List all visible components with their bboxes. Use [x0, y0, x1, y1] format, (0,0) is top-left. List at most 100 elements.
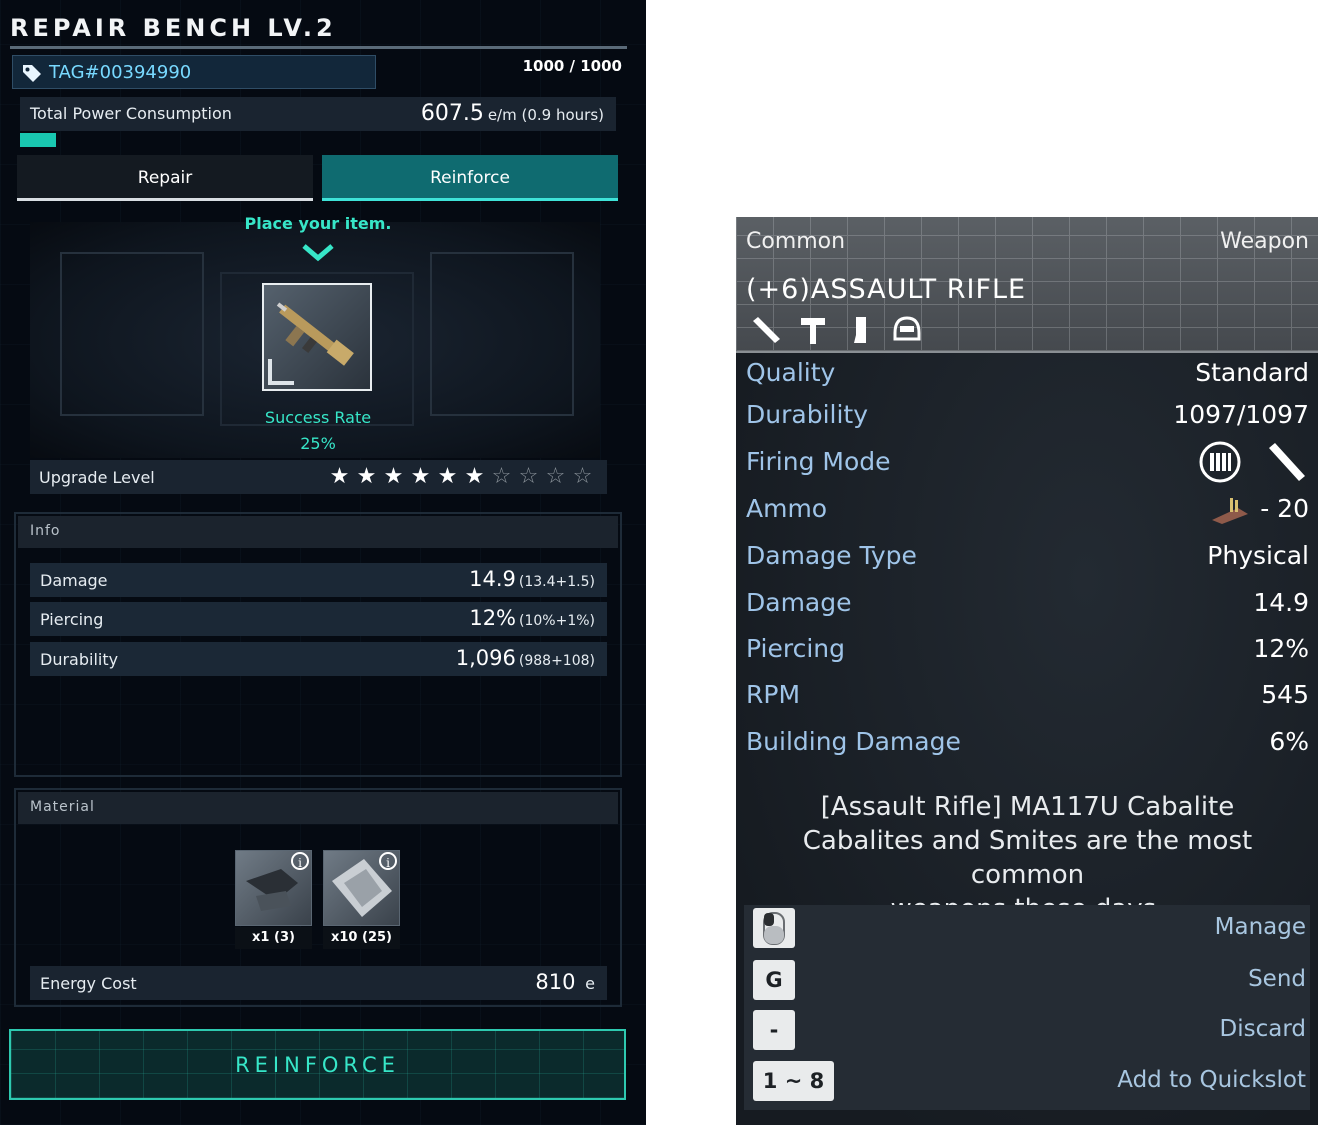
reinforce-button[interactable]: REINFORCE: [9, 1029, 626, 1100]
star-filled-icon: ★: [464, 464, 485, 489]
power-label: Total Power Consumption: [30, 104, 232, 123]
stat-row-piercing: Piercing 12% (10%+1%): [30, 602, 607, 636]
key-action: Send: [1248, 966, 1306, 992]
knife-icon: [753, 317, 780, 343]
row-label: Damage Type: [746, 541, 917, 570]
key-hint-send[interactable]: G Send: [744, 960, 1310, 1004]
tooltip-row-damage-type: Damage Type Physical: [746, 538, 1309, 578]
key-cap: -: [753, 1010, 795, 1050]
auto-fire-icon: [1199, 441, 1241, 483]
star-filled-icon: ★: [437, 464, 458, 489]
star-filled-icon: ★: [356, 464, 377, 489]
stock-icon: [854, 317, 867, 343]
row-value: 14.9: [1253, 588, 1309, 617]
bench-panel-left: [60, 252, 204, 416]
tab-reinforce[interactable]: Reinforce: [322, 155, 618, 201]
power-value: 607.5: [420, 101, 484, 126]
key-hint-quickslot[interactable]: 1 ~ 8 Add to Quickslot: [744, 1061, 1310, 1105]
stat-value-group: 12% (10%+1%): [469, 606, 595, 630]
star-empty-icon: ☆: [491, 464, 512, 489]
ammo-value-group: - 20: [1208, 494, 1309, 526]
row-label: Ammo: [746, 494, 828, 523]
tag-icon: [23, 65, 41, 82]
tag-field[interactable]: TAG#00394990: [12, 55, 376, 89]
row-value: 545: [1261, 680, 1309, 709]
material-slot-2[interactable]: i x10 (25): [323, 850, 400, 950]
stat-detail: (13.4+1.5): [518, 574, 595, 590]
tab-repair[interactable]: Repair: [17, 155, 313, 201]
tooltip-header: Common Weapon (+6)ASSAULT RIFLE: [736, 217, 1318, 353]
row-value: Standard: [1195, 358, 1309, 387]
stat-detail: (988+108): [518, 653, 595, 669]
mouse-key: [753, 908, 795, 948]
single-shot-icon: [1269, 443, 1305, 481]
stat-value: 14.9: [469, 567, 516, 591]
item-rarity: Common: [746, 229, 846, 254]
helmet-icon: [893, 316, 921, 341]
reinforce-button-label: REINFORCE: [235, 1053, 400, 1077]
row-value: 1097/1097: [1173, 400, 1309, 429]
ammo-count: - 20: [1260, 494, 1309, 523]
stat-value: 12%: [469, 606, 517, 630]
key-action: Manage: [1214, 914, 1306, 940]
row-label: Piercing: [746, 634, 845, 663]
energy-cost-row: Energy Cost 810 e: [30, 966, 607, 1000]
stat-value-group: 14.9 (13.4+1.5): [469, 567, 595, 591]
chevron-down-icon: [302, 244, 334, 262]
stat-value-group: 1,096 (988+108): [456, 646, 595, 670]
key-cap: G: [753, 960, 795, 1000]
stat-detail: (10%+1%): [519, 613, 595, 629]
key-hint-manage[interactable]: Manage: [744, 908, 1310, 952]
info-icon[interactable]: i: [379, 852, 397, 870]
item-name: (+6)ASSAULT RIFLE: [746, 274, 1027, 305]
key-action: Discard: [1219, 1016, 1306, 1042]
power-value-group: 607.5 e/m (0.9 hours): [421, 101, 604, 126]
star-empty-icon: ☆: [572, 464, 593, 489]
energy-unit: e: [585, 974, 595, 993]
star-filled-icon: ★: [329, 464, 350, 489]
description-line: [Assault Rifle] MA117U Cabalite: [820, 792, 1235, 822]
material-qty: x10 (25): [323, 927, 400, 949]
success-rate-label: Success Rate: [264, 408, 372, 427]
item-slot[interactable]: [262, 283, 372, 391]
description-line: Cabalites and Smites are the most common: [802, 826, 1253, 890]
material-slot-1[interactable]: i x1 (3): [235, 850, 312, 950]
tag-text: TAG#00394990: [49, 62, 192, 83]
row-label: Building Damage: [746, 727, 961, 756]
bench-title: REPAIR BENCH LV.2: [10, 14, 337, 42]
tooltip-row-damage: Damage 14.9: [746, 585, 1309, 625]
energy-value: 810: [535, 970, 576, 994]
mouse-icon: [763, 912, 785, 945]
stat-row-damage: Damage 14.9 (13.4+1.5): [30, 563, 607, 597]
item-tooltip: Common Weapon (+6)ASSAULT RIFLE Quality …: [736, 217, 1318, 1125]
key-cap: 1 ~ 8: [753, 1061, 834, 1101]
stat-label: Damage: [40, 571, 108, 590]
key-action: Add to Quickslot: [1117, 1067, 1306, 1093]
key-hints: Manage G Send - Discard 1 ~ 8 Add to Qui…: [744, 905, 1310, 1110]
info-section: Info Damage 14.9 (13.4+1.5) Piercing 12%(…: [14, 512, 622, 777]
upgrade-stars: ★ ★ ★ ★ ★ ★ ☆ ☆ ☆ ☆: [326, 464, 596, 490]
firing-mode-icons: [1197, 440, 1309, 490]
item-type: Weapon: [1220, 229, 1309, 254]
tooltip-row-rpm: RPM 545: [746, 677, 1309, 717]
success-rate-value: 25%: [300, 434, 336, 453]
key-hint-discard[interactable]: - Discard: [744, 1010, 1310, 1054]
star-filled-icon: ★: [410, 464, 431, 489]
tooltip-row-quality: Quality Standard: [746, 355, 1309, 395]
assault-rifle-icon: [268, 302, 354, 385]
repair-bench-panel: REPAIR BENCH LV.2 TAG#00394990 1000 / 10…: [0, 0, 646, 1125]
material-header: Material: [18, 792, 618, 824]
capacity-readout: 1000 / 1000: [522, 57, 622, 75]
tooltip-row-durability: Durability 1097/1097: [746, 397, 1309, 437]
upgrade-level-label: Upgrade Level: [39, 468, 155, 487]
row-label: RPM: [746, 680, 801, 709]
row-label: Firing Mode: [746, 447, 891, 476]
stat-label: Durability: [40, 650, 119, 669]
info-header-label: Info: [30, 523, 61, 539]
info-icon[interactable]: i: [291, 852, 309, 870]
place-item-hint: Place your item.: [244, 214, 392, 233]
title-divider: [10, 46, 627, 49]
material-header-label: Material: [30, 799, 95, 815]
upgrade-level-row: Upgrade Level ★ ★ ★ ★ ★ ★ ☆ ☆ ☆ ☆: [30, 460, 607, 494]
row-label: Quality: [746, 358, 836, 387]
